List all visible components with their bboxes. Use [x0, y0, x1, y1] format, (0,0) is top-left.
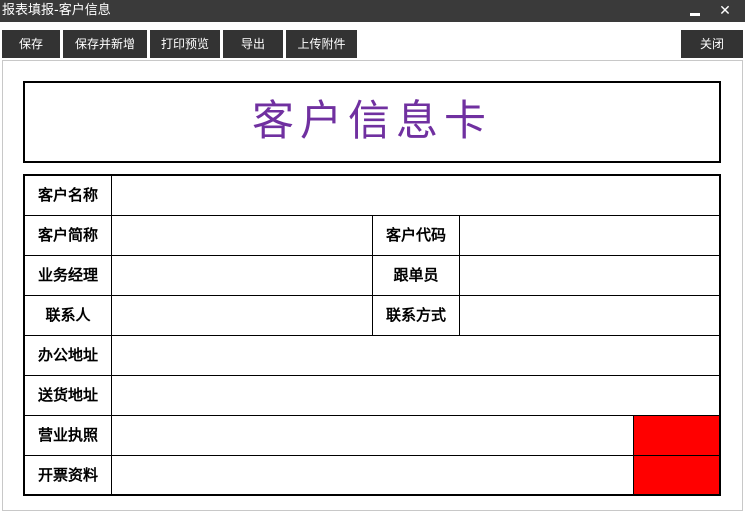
row-contact: 联系人 联系方式 [25, 296, 719, 336]
business-license-attachment[interactable] [634, 416, 719, 455]
label-customer-code: 客户代码 [373, 216, 460, 255]
window-titlebar: 报表填报-客户信息 ✕ [0, 0, 745, 22]
minimize-icon[interactable] [686, 3, 704, 19]
label-contact: 联系人 [25, 296, 112, 335]
export-button[interactable]: 导出 [223, 30, 283, 58]
follower-field[interactable] [460, 256, 719, 295]
office-address-field[interactable] [112, 336, 719, 375]
row-office-address: 办公地址 [25, 336, 719, 376]
label-follower: 跟单员 [373, 256, 460, 295]
customer-code-field[interactable] [460, 216, 719, 255]
row-customer-short: 客户简称 客户代码 [25, 216, 719, 256]
contact-field[interactable] [112, 296, 373, 335]
row-business-license: 营业执照 [25, 416, 719, 456]
save-and-new-button[interactable]: 保存并新增 [63, 30, 147, 58]
label-contact-method: 联系方式 [373, 296, 460, 335]
label-invoice-info: 开票资料 [25, 456, 112, 494]
label-customer-short: 客户简称 [25, 216, 112, 255]
invoice-info-field[interactable] [112, 456, 634, 494]
row-delivery-address: 送货地址 [25, 376, 719, 416]
row-customer-name: 客户名称 [25, 176, 719, 216]
business-manager-field[interactable] [112, 256, 373, 295]
row-business-manager: 业务经理 跟单员 [25, 256, 719, 296]
label-customer-name: 客户名称 [25, 176, 112, 215]
upload-attachment-button[interactable]: 上传附件 [286, 30, 357, 58]
customer-form: 客户名称 客户简称 客户代码 业务经理 跟单员 联系人 联系方式 办公地址 送货… [23, 174, 721, 496]
toolbar: 保存 保存并新增 打印预览 导出 上传附件 关闭 [0, 22, 745, 60]
row-invoice-info: 开票资料 [25, 456, 719, 494]
card-title: 客户信息卡 [23, 81, 721, 163]
save-button[interactable]: 保存 [2, 30, 60, 58]
label-business-manager: 业务经理 [25, 256, 112, 295]
delivery-address-field[interactable] [112, 376, 719, 415]
customer-name-field[interactable] [112, 176, 719, 215]
invoice-info-attachment[interactable] [634, 456, 719, 494]
print-preview-button[interactable]: 打印预览 [150, 30, 220, 58]
customer-short-field[interactable] [112, 216, 373, 255]
close-button[interactable]: 关闭 [681, 30, 743, 58]
close-icon[interactable]: ✕ [716, 3, 734, 19]
label-office-address: 办公地址 [25, 336, 112, 375]
label-delivery-address: 送货地址 [25, 376, 112, 415]
contact-method-field[interactable] [460, 296, 719, 335]
window-title: 报表填报-客户信息 [2, 3, 111, 18]
business-license-field[interactable] [112, 416, 634, 455]
label-business-license: 营业执照 [25, 416, 112, 455]
